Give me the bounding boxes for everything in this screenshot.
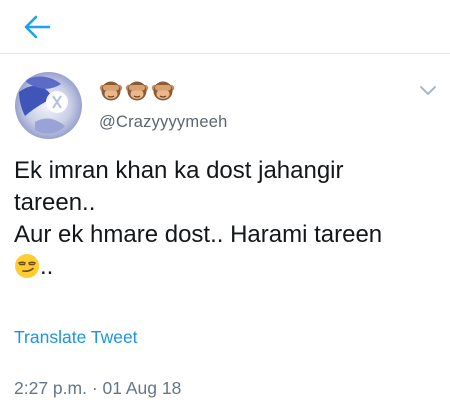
back-arrow-icon[interactable]: [22, 14, 52, 40]
avatar[interactable]: [15, 72, 82, 139]
tweet-text-tail: ..: [40, 253, 54, 280]
tweet-timestamp[interactable]: 2:27 p.m. · 01 Aug 18: [14, 378, 181, 399]
smirking-face-icon: [14, 253, 40, 279]
tweet-text-line: tareen..: [14, 189, 96, 216]
tweet-text-line: ..: [14, 251, 442, 283]
tweet-text: Ek imran khan ka dost jahangir tareen.. …: [14, 155, 442, 283]
display-name[interactable]: [99, 79, 175, 103]
top-bar: [0, 0, 450, 54]
tweet-detail: @Crazyyyymeeh Ek imran khan ka dost jaha…: [0, 55, 450, 405]
chevron-down-icon[interactable]: [419, 83, 437, 97]
tweet-text-line: Aur ek hmare dost.. Harami tareen: [14, 221, 383, 248]
see-no-evil-monkey-icon: [125, 79, 149, 103]
tweet-text-line: Ek imran khan ka dost jahangir: [14, 157, 344, 184]
see-no-evil-monkey-icon: [99, 79, 123, 103]
user-handle[interactable]: @Crazyyyymeeh: [99, 113, 227, 132]
see-no-evil-monkey-icon: [151, 79, 175, 103]
translate-tweet-link[interactable]: Translate Tweet: [14, 327, 138, 348]
